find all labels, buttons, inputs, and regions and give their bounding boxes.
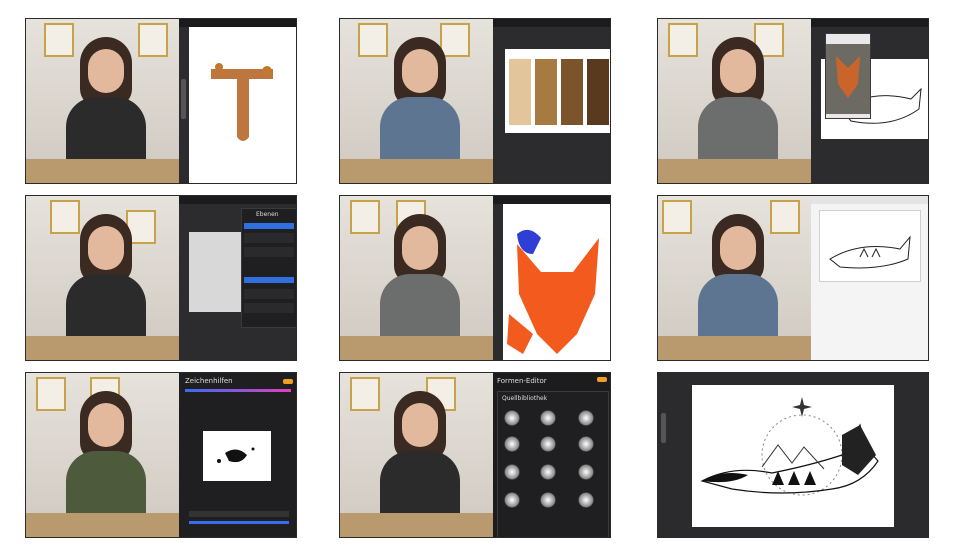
brush-shape[interactable] bbox=[504, 464, 520, 480]
video-tile-1[interactable] bbox=[25, 18, 297, 184]
brush-shape[interactable] bbox=[578, 492, 594, 508]
webcam-feed bbox=[26, 196, 179, 360]
video-tile-8[interactable]: Formen-Editor Quellbibliothek bbox=[339, 372, 611, 538]
desk bbox=[340, 336, 493, 360]
reference-photo-panel[interactable] bbox=[825, 33, 871, 119]
color-swatch bbox=[509, 59, 531, 125]
procreate-toolbar bbox=[179, 196, 296, 204]
drawing-canvas bbox=[203, 431, 271, 481]
desk bbox=[658, 336, 811, 360]
fox-line-art bbox=[829, 235, 911, 269]
drawing-canvas bbox=[505, 49, 610, 133]
video-tile-2[interactable] bbox=[339, 18, 611, 184]
procreate-sidebar bbox=[181, 79, 186, 119]
brush-shape[interactable] bbox=[540, 436, 556, 452]
source-library-panel[interactable]: Quellbibliothek bbox=[497, 391, 609, 537]
desk bbox=[340, 159, 493, 183]
fox-painting bbox=[507, 229, 599, 354]
desk bbox=[26, 159, 179, 183]
color-swatch bbox=[535, 59, 557, 125]
drawing-canvas bbox=[189, 27, 296, 183]
layers-panel[interactable]: Ebenen bbox=[241, 208, 296, 328]
layer-row[interactable] bbox=[244, 289, 294, 299]
ipad-screen: Formen-Editor Quellbibliothek bbox=[493, 373, 610, 537]
brush-shape[interactable] bbox=[540, 410, 556, 426]
layer-row[interactable] bbox=[244, 303, 294, 313]
video-tile-5[interactable] bbox=[339, 195, 611, 361]
source-library-title: Quellbibliothek bbox=[502, 395, 548, 402]
desk bbox=[26, 336, 179, 360]
procreate-toolbar bbox=[179, 19, 296, 27]
webcam-feed bbox=[658, 196, 811, 360]
brush-shape[interactable] bbox=[578, 464, 594, 480]
coffee-stain-letter bbox=[211, 63, 273, 141]
video-tile-7[interactable]: Zeichenhilfen bbox=[25, 372, 297, 538]
video-tile-3[interactable] bbox=[657, 18, 929, 184]
done-button[interactable] bbox=[597, 377, 607, 382]
drawing-canvas bbox=[692, 385, 894, 527]
layer-row[interactable] bbox=[244, 247, 294, 257]
wall-frame bbox=[668, 23, 698, 57]
drawing-guide-title: Zeichenhilfen bbox=[185, 377, 233, 385]
video-tile-9[interactable] bbox=[657, 372, 929, 538]
ipad-screen bbox=[179, 19, 296, 183]
ipad-screen bbox=[811, 196, 928, 360]
webcam-feed bbox=[340, 373, 493, 537]
procreate-toolbar bbox=[811, 19, 928, 27]
webcam-feed bbox=[658, 19, 811, 183]
webcam-feed bbox=[340, 196, 493, 360]
webcam-feed bbox=[340, 19, 493, 183]
fox-photo bbox=[826, 44, 870, 114]
brush-shape[interactable] bbox=[504, 410, 520, 426]
layer-row[interactable] bbox=[244, 233, 294, 243]
brush-shape[interactable] bbox=[504, 492, 520, 508]
color-swatch bbox=[561, 59, 583, 125]
video-tile-6[interactable] bbox=[657, 195, 929, 361]
fox-illustration bbox=[700, 397, 879, 496]
color-swatch bbox=[587, 59, 609, 125]
guide-options-bar[interactable] bbox=[189, 511, 289, 517]
wall-frame bbox=[662, 200, 692, 234]
wall-frame bbox=[36, 377, 66, 411]
procreate-toolbar bbox=[493, 19, 610, 27]
brush-shape[interactable] bbox=[540, 464, 556, 480]
layers-panel-title: Ebenen bbox=[256, 211, 279, 218]
brush-shape[interactable] bbox=[578, 410, 594, 426]
drawing-canvas bbox=[503, 204, 610, 360]
desk bbox=[658, 159, 811, 183]
webcam-feed bbox=[26, 373, 179, 537]
brush-shape[interactable] bbox=[578, 436, 594, 452]
wall-frame bbox=[350, 377, 380, 411]
desk bbox=[340, 513, 493, 537]
layer-row-selected[interactable] bbox=[244, 223, 294, 229]
drawing-canvas bbox=[189, 232, 249, 312]
desk bbox=[26, 513, 179, 537]
procreate-sidebar bbox=[661, 413, 666, 443]
procreate-toolbar bbox=[493, 196, 610, 204]
brush-shape[interactable] bbox=[504, 436, 520, 452]
shape-editor-title: Formen-Editor bbox=[497, 377, 547, 385]
wall-frame bbox=[350, 200, 380, 234]
brush-shape[interactable] bbox=[540, 492, 556, 508]
document-page bbox=[819, 210, 921, 282]
ipad-screen bbox=[811, 19, 928, 183]
ipad-screen: Zeichenhilfen bbox=[179, 373, 296, 537]
app-toolbar bbox=[811, 196, 928, 204]
ink-splatter bbox=[217, 447, 255, 463]
video-tile-4[interactable]: Ebenen bbox=[25, 195, 297, 361]
ipad-screen bbox=[493, 19, 610, 183]
ipad-screen: Ebenen bbox=[179, 196, 296, 360]
ipad-screen bbox=[493, 196, 610, 360]
webcam-feed bbox=[26, 19, 179, 183]
opacity-slider[interactable] bbox=[189, 521, 289, 524]
done-button[interactable] bbox=[283, 379, 293, 384]
color-slider[interactable] bbox=[185, 389, 291, 392]
layer-row-selected[interactable] bbox=[244, 277, 294, 283]
